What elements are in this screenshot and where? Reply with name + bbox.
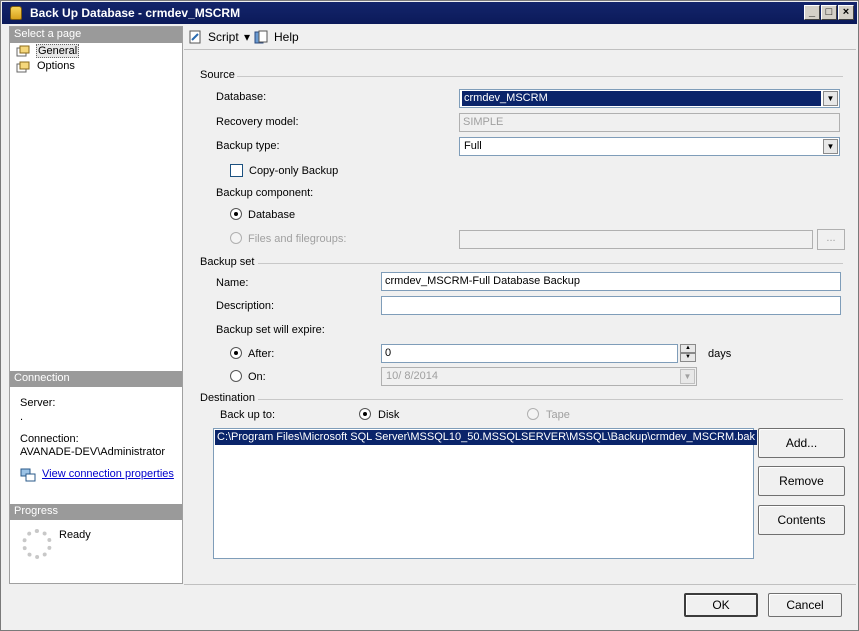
recovery-model-field: SIMPLE — [459, 113, 840, 132]
destination-disk-radio[interactable] — [359, 408, 371, 420]
database-icon — [10, 6, 22, 20]
component-database-label: Database — [248, 209, 296, 221]
progress-status: Ready — [59, 529, 91, 541]
copy-only-checkbox[interactable] — [230, 164, 243, 177]
expire-on-label: On: — [248, 371, 266, 383]
backup-type-dropdown[interactable]: Full ▼ — [459, 137, 840, 156]
destination-divider — [258, 399, 843, 400]
copy-only-label: Copy-only Backup — [249, 165, 339, 177]
destination-list[interactable]: C:\Program Files\Microsoft SQL Server\MS… — [213, 428, 757, 559]
window-title: Back Up Database - crmdev_MSCRM — [30, 6, 241, 20]
source-section-label: Source — [200, 69, 235, 81]
help-button[interactable]: Help — [254, 29, 304, 47]
expire-date-value: 10/ 8/2014 — [386, 370, 438, 382]
source-divider — [237, 76, 843, 77]
server-label: Server: — [20, 397, 56, 409]
select-page-header: Select a page — [10, 27, 182, 43]
script-icon — [189, 30, 201, 44]
script-label: Script — [208, 30, 239, 44]
add-destination-button[interactable]: Add... — [758, 428, 845, 458]
connection-value: AVANADE-DEV\Administrator — [20, 446, 166, 458]
component-database-radio[interactable] — [230, 208, 242, 220]
database-dropdown[interactable]: crmdev_MSCRM ▼ — [459, 89, 840, 108]
title-bar[interactable]: Back Up Database - crmdev_MSCRM _ □ × — [2, 2, 857, 24]
maximize-button[interactable]: □ — [821, 5, 837, 20]
dropdown-arrow-icon: ▼ — [823, 91, 838, 106]
minimize-button[interactable]: _ — [804, 5, 820, 20]
days-spinner[interactable]: ▲ ▼ — [680, 344, 696, 363]
database-label: Database: — [216, 91, 267, 103]
ok-button[interactable]: OK — [684, 593, 758, 617]
help-icon — [254, 30, 268, 44]
browse-files-button[interactable]: ... — [817, 229, 845, 250]
connection-properties-icon — [20, 468, 36, 482]
left-pane: Select a page General Options Connection… — [9, 26, 183, 584]
view-connection-properties-link[interactable]: View connection properties — [42, 468, 174, 480]
connection-header: Connection — [10, 371, 182, 387]
page-general-label: General — [36, 44, 80, 58]
server-value: . — [20, 411, 24, 423]
backup-type-label: Backup type: — [216, 140, 280, 152]
script-button[interactable]: Script ▾ — [188, 29, 252, 47]
page-icon — [16, 45, 30, 57]
backup-database-dialog: Back Up Database - crmdev_MSCRM _ □ × Se… — [0, 0, 859, 631]
dropdown-arrow-icon: ▼ — [823, 139, 838, 154]
backup-name-input[interactable]: crmdev_MSCRM-Full Database Backup — [381, 272, 841, 291]
progress-spinner-icon — [22, 529, 52, 559]
component-files-radio[interactable] — [230, 232, 242, 244]
backup-set-divider — [258, 263, 843, 264]
recovery-model-label: Recovery model: — [216, 116, 299, 128]
toolbar: Script ▾ Help — [184, 26, 856, 50]
expire-days-input[interactable]: 0 — [381, 344, 678, 363]
destination-section-label: Destination — [200, 392, 256, 404]
component-files-label: Files and filegroups: — [248, 233, 347, 245]
name-label: Name: — [216, 277, 249, 289]
expire-label: Backup set will expire: — [216, 324, 325, 336]
page-icon — [16, 61, 30, 73]
remove-destination-button[interactable]: Remove — [758, 466, 845, 496]
spin-up-icon[interactable]: ▲ — [680, 344, 696, 353]
contents-button[interactable]: Contents — [758, 505, 845, 535]
spin-down-icon[interactable]: ▼ — [680, 353, 696, 362]
footer-divider — [184, 584, 856, 585]
destination-path-row[interactable]: C:\Program Files\Microsoft SQL Server\MS… — [215, 430, 757, 445]
backup-type-value: Full — [464, 140, 482, 152]
destination-tape-radio[interactable] — [527, 408, 539, 420]
expire-on-radio[interactable] — [230, 370, 242, 382]
expire-after-radio[interactable] — [230, 347, 242, 359]
chevron-down-icon: ▾ — [244, 30, 251, 44]
connection-label: Connection: — [20, 433, 79, 445]
destination-disk-label: Disk — [378, 409, 400, 421]
description-input[interactable] — [381, 296, 841, 315]
destination-tape-label: Tape — [546, 409, 570, 421]
help-label: Help — [274, 30, 299, 44]
expire-date-picker[interactable]: 10/ 8/2014 ▼ — [381, 367, 697, 386]
days-label: days — [708, 348, 732, 360]
close-button[interactable]: × — [838, 5, 854, 20]
description-label: Description: — [216, 300, 275, 312]
expire-after-label: After: — [248, 348, 275, 360]
database-value: crmdev_MSCRM — [462, 91, 821, 106]
progress-header: Progress — [10, 504, 182, 520]
dropdown-arrow-icon: ▼ — [680, 369, 695, 384]
backup-set-section-label: Backup set — [200, 256, 255, 268]
cancel-button[interactable]: Cancel — [768, 593, 842, 617]
page-options-label: Options — [37, 60, 75, 72]
back-up-to-label: Back up to: — [220, 409, 276, 421]
backup-component-label: Backup component: — [216, 187, 314, 199]
files-filegroups-field — [459, 230, 813, 249]
